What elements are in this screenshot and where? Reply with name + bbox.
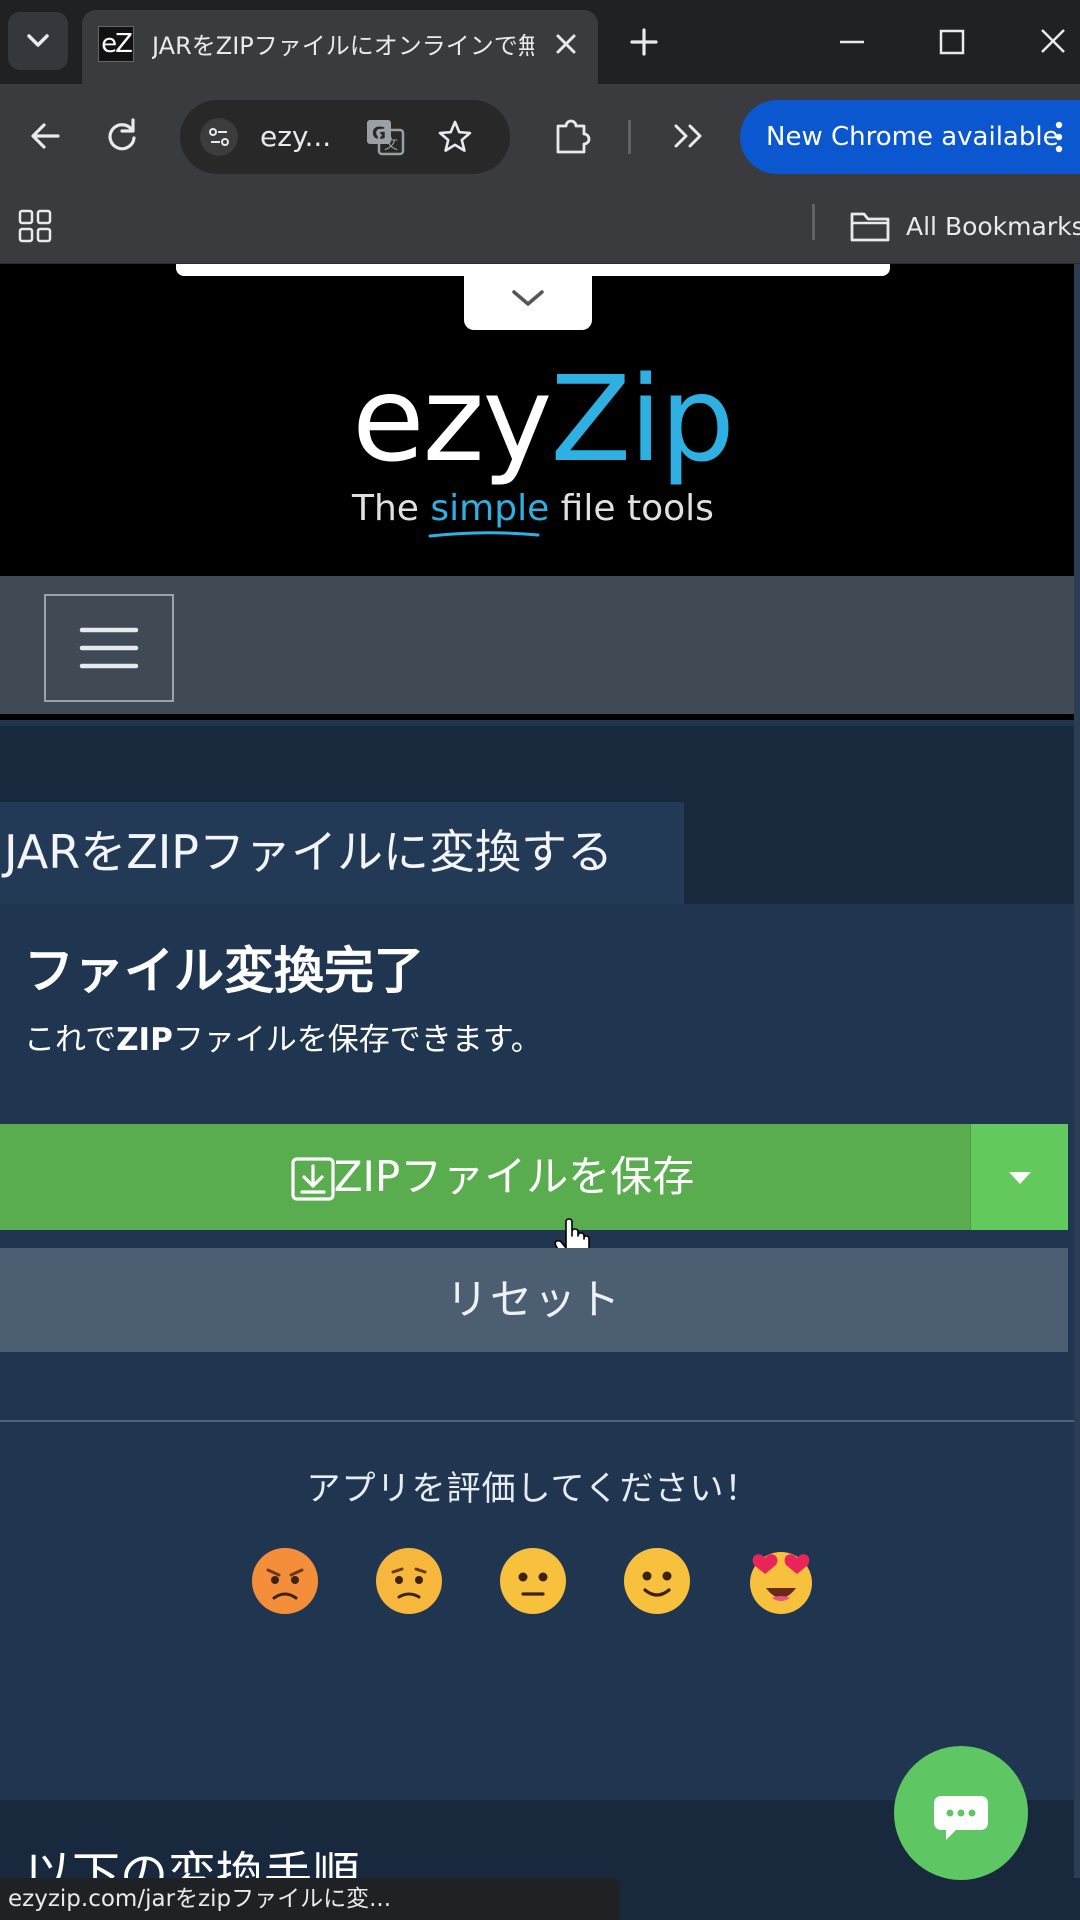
browser-toolbar: ezy... G 文 New Chrome available [0, 84, 1080, 190]
kebab-menu-icon[interactable] [1052, 116, 1066, 158]
page-title: JARをZIPファイルに変換する [4, 825, 614, 879]
page-scrollbar[interactable] [1074, 264, 1080, 1878]
chat-button[interactable] [894, 1746, 1028, 1880]
back-button[interactable] [16, 106, 76, 166]
panel-top-band [0, 726, 1080, 802]
toolbar-divider [628, 120, 631, 154]
puzzle-icon [556, 119, 591, 154]
conversion-complete-heading: ファイル変換完了 [24, 942, 424, 1000]
close-window-button[interactable] [1024, 14, 1080, 70]
tab-title: JARをZIPファイルにオンラインで無料 [152, 32, 534, 60]
apps-grid-icon[interactable] [16, 206, 56, 246]
new-tab-button[interactable] [624, 22, 664, 62]
new-chrome-available-button[interactable]: New Chrome available [740, 100, 1080, 174]
collapse-toggle-button[interactable] [464, 268, 592, 330]
bookmarks-divider [812, 204, 815, 240]
reload-button[interactable] [92, 106, 152, 166]
address-bar[interactable]: ezy... G 文 [180, 100, 510, 174]
active-tab[interactable]: eZ JARをZIPファイルにオンラインで無料 [82, 10, 598, 84]
minimize-icon [840, 40, 864, 44]
all-bookmarks-button[interactable]: All Bookmarks [906, 208, 1080, 246]
tab-search-button[interactable] [8, 12, 68, 70]
link-status-bar: ezyzip.com/jarをzipファイルに変... [0, 1878, 620, 1920]
rating-heart-eyes-icon[interactable] [746, 1546, 816, 1616]
rating-neutral-icon[interactable] [498, 1546, 568, 1616]
page-title-box: JARをZIPファイルに変換する [0, 802, 684, 904]
site-navbar [0, 576, 1080, 720]
bookmarks-bar: All Bookmarks [0, 190, 1080, 264]
back-arrow-icon [31, 123, 60, 149]
maximize-icon [939, 29, 965, 55]
translate-icon[interactable]: G 文 [364, 116, 406, 158]
tab-close-icon[interactable] [546, 24, 586, 64]
site-info-icon[interactable] [200, 118, 238, 156]
menu-toggle-button[interactable] [44, 594, 174, 702]
rating-sad-icon[interactable] [374, 1546, 444, 1616]
close-icon [1041, 29, 1065, 53]
tagline-underline-swoosh [428, 531, 540, 538]
overflow-chevron-button[interactable] [664, 110, 716, 162]
folder-icon [848, 206, 892, 246]
rating-angry-icon[interactable] [250, 1546, 320, 1616]
logo-tagline: The simple file tools [352, 488, 714, 529]
svg-text:文: 文 [384, 137, 398, 153]
bookmark-star-icon[interactable] [434, 116, 476, 158]
chevron-down-icon [512, 290, 544, 306]
ezyzip-logo[interactable]: ezyZip [352, 354, 735, 484]
save-zip-label: ZIPファイルを保存 [333, 1152, 695, 1201]
rating-smile-icon[interactable] [622, 1546, 692, 1616]
maximize-button[interactable] [922, 14, 982, 70]
extensions-button[interactable] [548, 108, 596, 164]
reload-icon [108, 118, 136, 151]
browser-tab-strip: eZ JARをZIPファイルにオンラインで無料 [0, 0, 1080, 84]
reset-button[interactable]: リセット [0, 1248, 1068, 1352]
hamburger-icon [79, 627, 139, 669]
url-text: ezy... [260, 120, 332, 153]
reset-label: リセット [445, 1275, 622, 1324]
status-url: ezyzip.com/jarをzipファイルに変... [8, 1886, 392, 1912]
chevron-down-icon [27, 34, 49, 47]
new-chrome-label: New Chrome available [766, 122, 1059, 152]
minimize-button[interactable] [822, 14, 882, 70]
rating-prompt: アプリを評価してください！ [306, 1469, 760, 1509]
converter-panel: JARをZIPファイルに変換する ファイル変換完了 これでZIPファイルを保存で… [0, 726, 1080, 1800]
save-options-dropdown[interactable] [970, 1124, 1068, 1230]
conversion-complete-text: これでZIPファイルを保存できます。 [24, 1022, 542, 1058]
favicon-icon: eZ [98, 26, 134, 62]
plus-icon [630, 28, 658, 56]
caret-down-icon [1009, 1172, 1031, 1184]
double-chevron-right-icon [674, 124, 702, 148]
save-zip-button[interactable]: ZIPファイルを保存 [0, 1124, 970, 1230]
title-box-spacer [684, 802, 1080, 904]
section-divider [0, 1420, 1074, 1422]
chat-bubble-icon [934, 1796, 988, 1840]
